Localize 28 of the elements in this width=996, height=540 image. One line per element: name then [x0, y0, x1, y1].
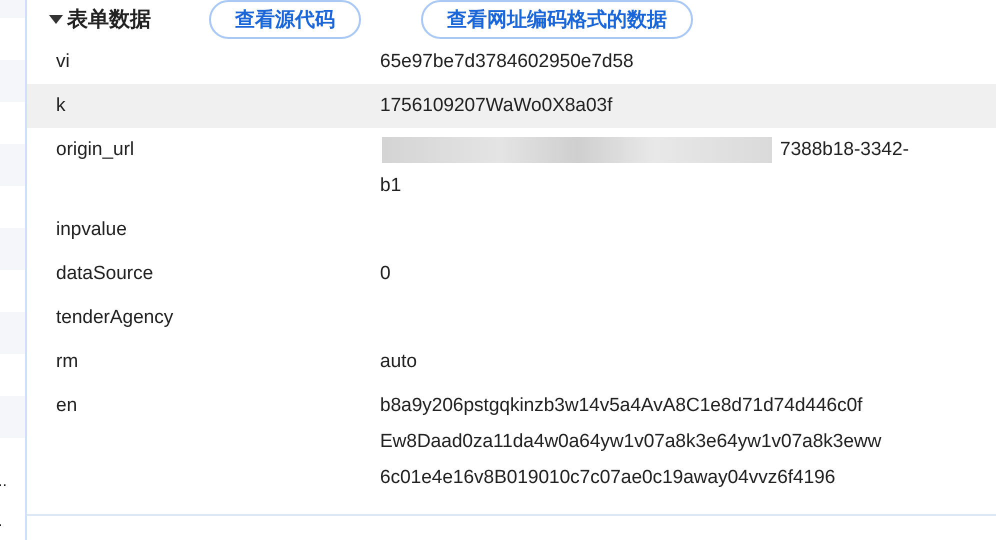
field-value: 6c01e4e16v8B019010c7c07ae0c19away04vvz6f4196 — [380, 466, 836, 490]
table-row[interactable]: vi 65e97be7d3784602950e7d58 — [27, 40, 996, 84]
field-name: k — [55, 94, 66, 118]
section-title: 表单数据 — [67, 7, 151, 33]
caret-icon[interactable] — [49, 14, 63, 24]
field-name: inpvalue — [55, 218, 128, 242]
field-value: Ew8Daad0za11da4w0a64yw1v07a8k3e64yw1v07a8k3eww — [380, 430, 882, 454]
field-name: rm — [55, 350, 80, 374]
table-row[interactable]: dataSource 0 — [27, 252, 996, 296]
field-value: b8a9y206pstgqkinzb3w14v5a4AvA8C1e8d71d74d446c0f — [380, 394, 862, 418]
table-row[interactable]: en b8a9y206pstgqkinzb3w14v5a4AvA8C1e8d71d74d446c0f Ew8Daad0za11da4w0a64yw1v07a8k3e64yw1v07a8k3eww 6c01e4e16v8B019010c7c07ae0c19away04vvz6f4196 — [27, 384, 996, 500]
field-name: en — [55, 394, 78, 418]
field-value: 65e97be7d3784602950e7d58 — [380, 50, 634, 74]
view-button[interactable]: 查看网址编码格式的数据 — [421, 0, 693, 38]
field-value: b1 — [380, 174, 402, 198]
table-row[interactable]: k 1756109207WaWo0X8a03f — [27, 84, 996, 128]
field-value: 0 — [380, 262, 391, 286]
table-row[interactable]: inpvalue — [27, 208, 996, 252]
table-row[interactable]: tenderAgency — [27, 296, 996, 340]
field-name: origin_url — [55, 138, 136, 162]
field-value: auto — [380, 350, 417, 374]
table-row[interactable]: rm auto — [27, 340, 996, 384]
field-value: 7388b18-3342- — [780, 138, 909, 162]
field-name: vi — [55, 50, 71, 74]
field-value: 1756109207WaWo0X8a03f — [380, 94, 612, 118]
view-button[interactable]: 查看源代码 — [209, 0, 361, 38]
field-name: dataSource — [55, 262, 154, 286]
field-name: tenderAgency — [55, 306, 174, 330]
